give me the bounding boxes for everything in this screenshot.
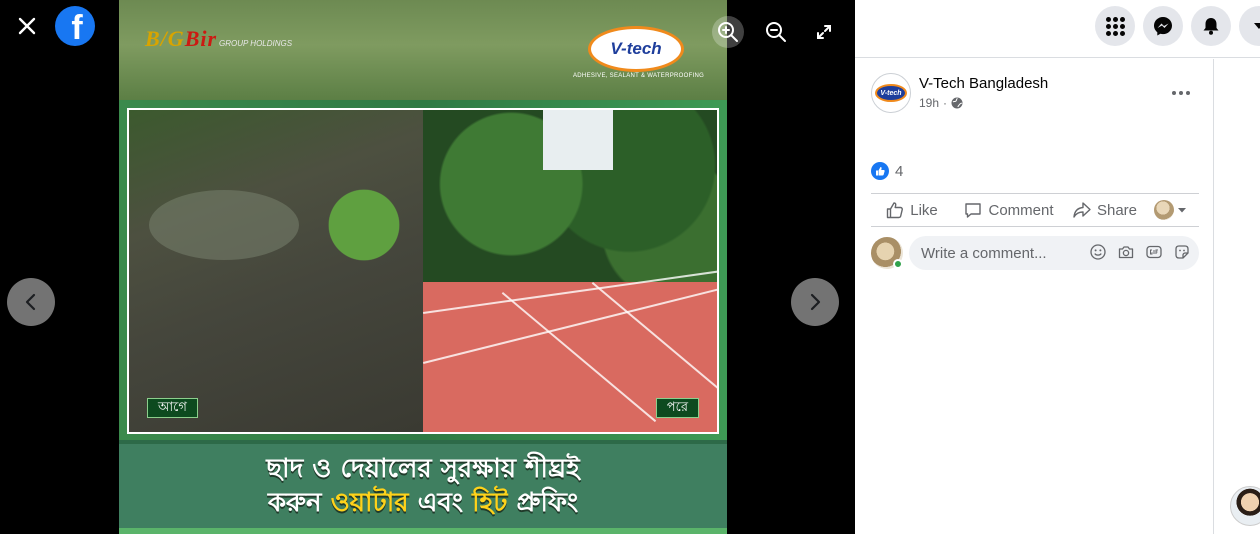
headline-highlight-water: ওয়াটার <box>330 488 409 518</box>
post-options-button[interactable] <box>1165 79 1197 107</box>
after-label: পরে <box>655 398 699 418</box>
vtech-tagline: ADHESIVE, SEALANT & WATERPROOFING <box>573 73 705 79</box>
chevron-left-icon <box>25 293 36 311</box>
wet-roof-patch <box>149 190 299 260</box>
thumbs-up-icon <box>887 202 904 219</box>
bell-icon <box>1203 18 1219 35</box>
grid-menu-icon <box>1105 16 1125 36</box>
reactions-summary[interactable]: 4 <box>871 162 903 180</box>
before-after-frame: আগে পরে <box>119 100 727 440</box>
top-navigation-bar <box>855 0 1260 58</box>
share-button[interactable]: Share <box>1065 194 1145 226</box>
more-dot-icon <box>1172 91 1176 95</box>
zoom-in-icon <box>718 22 738 42</box>
more-dot-icon <box>1179 91 1183 95</box>
online-status-dot <box>893 259 903 269</box>
headline-band: ছাদ ও দেয়ালের সুরক্ষায় শীঘ্রই করুন ওয়… <box>119 440 727 534</box>
caret-down-icon <box>1254 23 1260 29</box>
menu-button[interactable] <box>1095 6 1135 46</box>
bir-logo-name: Bir <box>184 26 218 51</box>
zoom-out-button[interactable] <box>760 16 792 48</box>
fullscreen-button[interactable] <box>808 16 840 48</box>
before-photo-panel: আগে <box>127 108 423 434</box>
account-button[interactable] <box>1239 6 1260 46</box>
comment-button[interactable]: Comment <box>953 194 1065 226</box>
post-details: V-tech V-Tech Bangladesh 19h · 4 Like Co… <box>855 59 1214 534</box>
comment-placeholder: Write a comment... <box>921 244 1047 262</box>
bir-group-logo: B/GBir GROUP HOLDINGS <box>145 26 292 52</box>
headline-line-2: করুন ওয়াটার এবং হিট প্রুফিং <box>119 486 727 520</box>
page-avatar-text: V-tech <box>880 89 902 97</box>
messenger-icon <box>1154 17 1172 36</box>
page-avatar[interactable]: V-tech <box>871 73 911 113</box>
zoom-out-icon <box>766 22 786 42</box>
messenger-button[interactable] <box>1143 6 1183 46</box>
post-photo[interactable]: B/GBir GROUP HOLDINGS V-tech ADHESIVE, SE… <box>119 0 727 534</box>
comment-composer: Write a comment... <box>871 236 1199 272</box>
headline-text: প্রুফিং <box>507 488 579 518</box>
headline-text: এবং <box>408 488 473 518</box>
gif-icon <box>1146 245 1162 259</box>
user-mini-avatar <box>1154 200 1174 220</box>
comment-label: Comment <box>988 201 1054 219</box>
sticker-icon <box>1175 245 1189 259</box>
close-icon <box>18 17 36 35</box>
comment-input[interactable]: Write a comment... <box>909 236 1199 270</box>
after-photo-panel: পরে <box>423 108 719 434</box>
page-name-link[interactable]: V-Tech Bangladesh <box>919 75 1048 92</box>
globe-icon <box>951 97 963 109</box>
previous-photo-button[interactable] <box>7 278 55 326</box>
like-button[interactable]: Like <box>871 194 953 226</box>
photo-viewer: f B/GBir GROUP HOLDINGS V-tech ADHESIVE, … <box>0 0 855 534</box>
headline-base-strip <box>119 528 727 534</box>
post-side-panel: V-tech V-Tech Bangladesh 19h · 4 Like Co… <box>855 0 1260 534</box>
post-time-text: 19h <box>919 96 940 110</box>
promo-headline: ছাদ ও দেয়ালের সুরক্ষায় শীঘ্রই করুন ওয়… <box>119 452 727 520</box>
before-label: আগে <box>147 398 198 418</box>
close-button[interactable] <box>11 10 43 42</box>
fullscreen-icon <box>817 25 831 39</box>
headline-highlight-heat: হিট <box>472 488 508 518</box>
facebook-logo[interactable]: f <box>55 6 95 46</box>
notifications-button[interactable] <box>1191 6 1231 46</box>
photo-button[interactable] <box>1117 243 1135 261</box>
reaction-count: 4 <box>895 162 904 180</box>
headline-text: করুন <box>267 488 331 518</box>
bir-logo-mark: B/G <box>145 26 185 51</box>
camera-icon <box>1118 246 1134 259</box>
vtech-logo-text: V-tech <box>610 39 662 58</box>
post-timestamp[interactable]: 19h · <box>919 96 963 110</box>
roof-line <box>591 282 717 413</box>
bir-logo-sub: GROUP HOLDINGS <box>219 39 293 48</box>
emoji-button[interactable] <box>1089 243 1107 261</box>
headline-line-1: ছাদ ও দেয়ালের সুরক্ষায় শীঘ্রই <box>266 454 580 484</box>
more-dot-icon <box>1186 91 1190 95</box>
emoji-icon <box>1090 244 1106 260</box>
chevron-right-icon <box>810 293 821 311</box>
react-as-selector[interactable] <box>1145 194 1195 226</box>
share-label: Share <box>1096 201 1137 219</box>
caret-down-icon <box>1178 208 1186 213</box>
comment-icon <box>965 203 982 218</box>
sticker-button[interactable] <box>1173 243 1191 261</box>
page-avatar-logo: V-tech <box>875 84 907 102</box>
sky-patch <box>543 110 613 170</box>
comment-tools <box>1089 243 1191 261</box>
leaves-shape <box>309 170 419 280</box>
gif-button[interactable] <box>1145 243 1163 261</box>
like-reaction-icon <box>871 162 889 180</box>
post-action-bar: Like Comment Share <box>871 193 1199 227</box>
photo-header-band: B/GBir GROUP HOLDINGS V-tech ADHESIVE, SE… <box>119 0 727 100</box>
share-icon <box>1073 202 1091 218</box>
zoom-in-button[interactable] <box>712 16 744 48</box>
vtech-logo: V-tech <box>588 26 684 72</box>
facebook-logo-letter: f <box>71 9 83 46</box>
next-photo-button[interactable] <box>791 278 839 326</box>
like-label: Like <box>910 201 938 219</box>
separator-dot: · <box>943 96 948 110</box>
